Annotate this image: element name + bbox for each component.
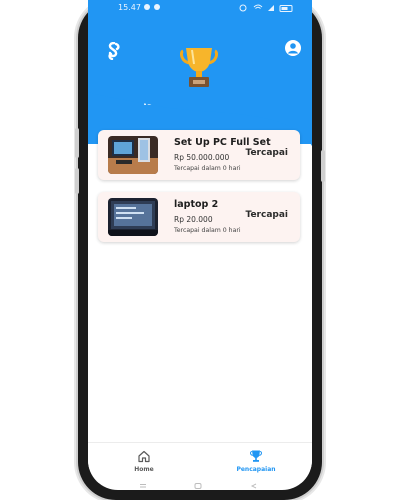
status-time: 15.47 xyxy=(118,3,141,12)
notification-icon xyxy=(144,4,150,10)
saving-name: Set Up PC Full Set xyxy=(174,137,271,148)
nav-pencapaian-label: Pencapaian xyxy=(236,466,276,473)
home-nav-icon xyxy=(194,483,202,489)
nav-pencapaian[interactable]: Pencapaian xyxy=(226,447,286,473)
wifi-icon xyxy=(253,4,263,9)
nav-home-label: Home xyxy=(134,466,154,473)
saving-amount: Rp 50.000.000 xyxy=(174,153,230,162)
bottom-nav: Home Pencapaian xyxy=(88,442,312,483)
nav-home[interactable]: Home xyxy=(114,447,174,473)
side-button-right xyxy=(321,150,325,182)
notification-icon xyxy=(154,4,160,10)
saving-card[interactable]: Set Up PC Full Set Rp 50.000.000 Tercapa… xyxy=(98,130,300,180)
status-icons xyxy=(239,4,293,12)
home-icon xyxy=(138,450,150,463)
volume-button xyxy=(75,168,79,194)
saving-card[interactable]: laptop 2 Rp 20.000 Tercapai dalam 0 hari… xyxy=(98,192,300,242)
trophy-icon xyxy=(250,450,262,462)
signal-icon xyxy=(268,5,274,11)
recent-apps-icon xyxy=(140,484,146,485)
alarm-icon xyxy=(239,4,247,12)
saving-image xyxy=(108,198,158,236)
saving-achieved-days: Tercapai dalam 0 hari xyxy=(174,227,241,234)
app-screen: 15.47 Set Up PC Full Set Rp 50.000.000 T… xyxy=(88,0,312,490)
trophy-icon xyxy=(180,48,218,87)
saving-achieved-days: Tercapai dalam 0 hari xyxy=(174,165,241,172)
system-nav-bar xyxy=(140,483,257,489)
power-button xyxy=(75,128,79,158)
back-icon xyxy=(250,483,257,489)
app-logo-icon[interactable] xyxy=(106,42,122,60)
profile-icon[interactable] xyxy=(285,40,301,56)
saving-status: Tercapai xyxy=(245,210,289,220)
saving-amount: Rp 20.000 xyxy=(174,215,213,224)
saving-name: laptop 2 xyxy=(174,199,219,210)
saving-image xyxy=(108,136,158,174)
saving-status: Tercapai xyxy=(245,148,289,158)
